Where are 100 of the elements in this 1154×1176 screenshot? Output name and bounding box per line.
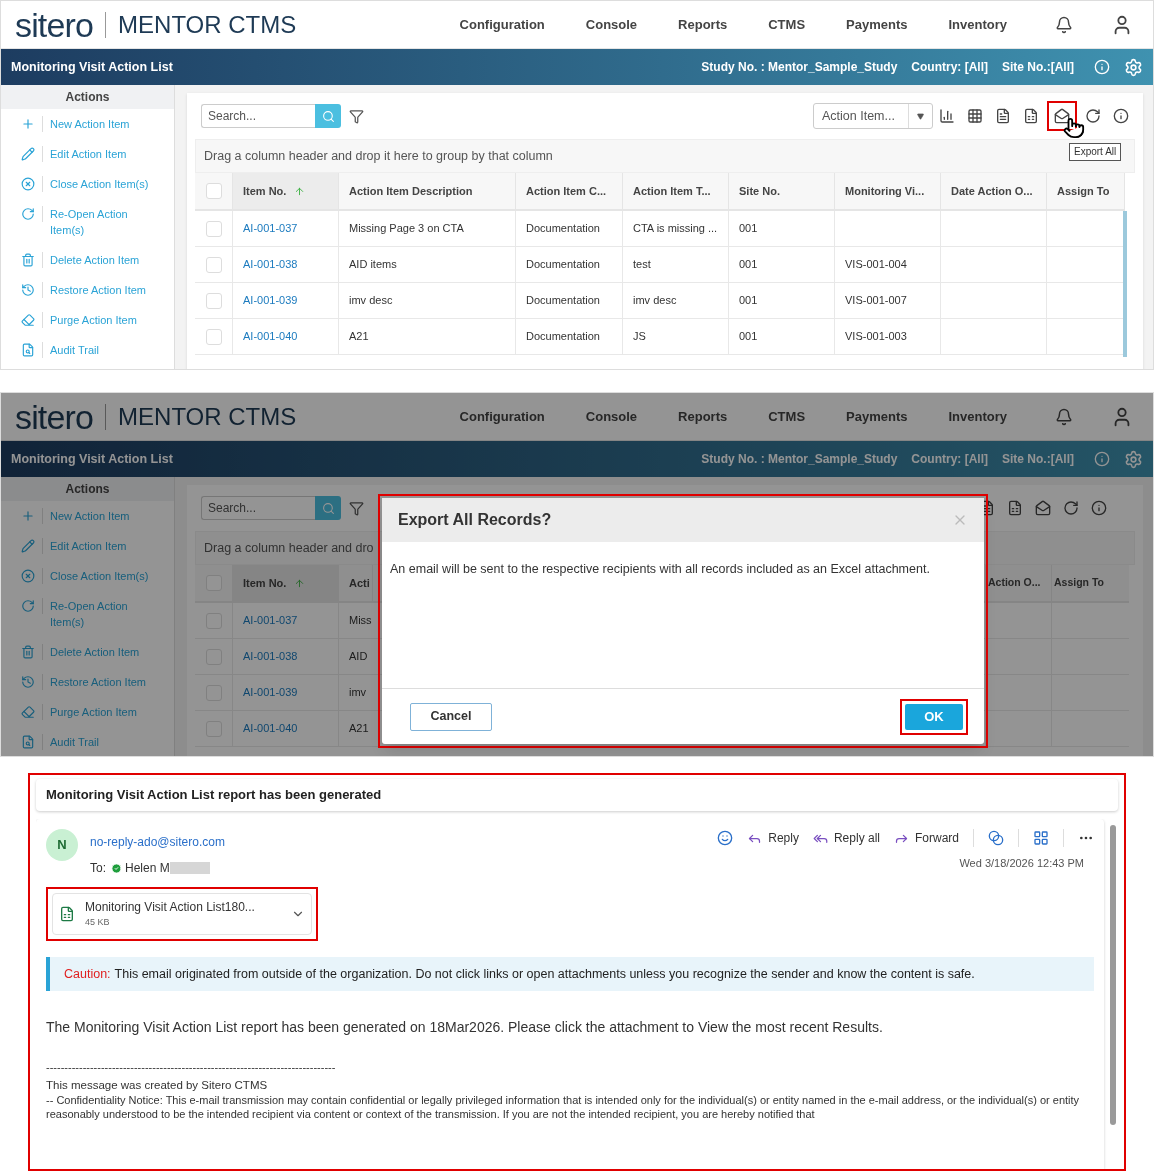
- sidebar-action-link[interactable]: Edit Action Item: [50, 538, 127, 554]
- mail-action-button[interactable]: Reply all: [812, 829, 880, 847]
- nav-link[interactable]: Console: [585, 406, 638, 427]
- sidebar-action-link[interactable]: Purge Action Item: [50, 704, 137, 720]
- spreadsheet-icon[interactable]: [1023, 108, 1039, 124]
- item-link[interactable]: AI-001-039: [243, 684, 298, 701]
- table-cell-text: AID items: [349, 257, 397, 273]
- search-field[interactable]: Search...: [201, 496, 315, 520]
- column-header[interactable]: Assign To: [1054, 575, 1104, 591]
- file-search-icon: [21, 343, 35, 357]
- sender-address[interactable]: no-reply-ado@sitero.com: [90, 835, 225, 849]
- chart-settings-icon[interactable]: [939, 108, 955, 124]
- nav-link[interactable]: Inventory: [948, 406, 1007, 427]
- table-cell-text: CTA is missing ...: [633, 221, 718, 237]
- grid-icon[interactable]: [967, 108, 983, 124]
- table-cell-text: imv: [349, 685, 367, 701]
- info-icon[interactable]: [1091, 500, 1107, 516]
- sidebar-action-link[interactable]: Delete Action Item: [50, 252, 140, 268]
- search-field[interactable]: Search...: [201, 104, 315, 128]
- table-cell-text: 001: [739, 293, 758, 309]
- info-icon[interactable]: [1113, 108, 1129, 124]
- nav-link[interactable]: Inventory: [948, 14, 1007, 35]
- country-label: Country: [All]: [911, 59, 988, 76]
- nav-link[interactable]: Reports: [678, 406, 728, 427]
- sidebar-action-link[interactable]: Close Action Item(s): [50, 568, 149, 584]
- scrollbar[interactable]: [1123, 211, 1127, 357]
- group-hint: Drag a column header and dro: [204, 539, 374, 557]
- nav-link[interactable]: Reports: [678, 14, 728, 35]
- sidebar-action-link[interactable]: Audit Trail: [50, 734, 99, 750]
- item-link[interactable]: AI-001-037: [243, 612, 298, 629]
- sidebar-action-link[interactable]: Re-Open Action Item(s): [50, 206, 154, 238]
- sidebar-action-link[interactable]: Re-Open Action Item(s): [50, 598, 154, 630]
- nav-link[interactable]: Payments: [846, 406, 908, 427]
- nav-link[interactable]: CTMS: [768, 406, 806, 427]
- mail-action-button[interactable]: Forward: [894, 829, 959, 847]
- item-link[interactable]: AI-001-038: [243, 256, 298, 273]
- email-subject: Monitoring Visit Action List report has been generated: [46, 786, 382, 805]
- sidebar-action-link[interactable]: Edit Action Item: [50, 146, 127, 162]
- trash-icon: [21, 253, 35, 267]
- mail-action-button[interactable]: Reply: [747, 829, 799, 847]
- eraser-icon: [21, 313, 35, 327]
- table-cell-text: Documentation: [526, 257, 600, 273]
- emoji-icon[interactable]: [717, 830, 734, 846]
- item-link[interactable]: AI-001-037: [243, 220, 298, 237]
- sidebar-action-link[interactable]: Delete Action Item: [50, 644, 140, 660]
- item-link[interactable]: AI-001-040: [243, 328, 298, 345]
- sidebar-action-link[interactable]: New Action Item: [50, 116, 130, 132]
- cancel-button[interactable]: Cancel: [410, 702, 492, 731]
- confidentiality-notice: -- Confidentiality Notice: This e-mail transmission may contain confidential or legally privileged information that is intended only for the individual(s) or entity named in the e-mail address, or the individual(s) or entity reasonably understood to be the intended recipient via content or context of the transmission. If you are not the intended recipient, you are hereby notified that: [46, 1093, 1081, 1122]
- sidebar-action-link[interactable]: Purge Action Item: [50, 312, 137, 328]
- row-checkbox[interactable]: [205, 183, 222, 199]
- sidebar-action-link[interactable]: Restore Action Item: [50, 674, 146, 690]
- column-header[interactable]: Action O...: [988, 575, 1041, 591]
- notification-icon[interactable]: [1055, 407, 1073, 426]
- column-header[interactable]: Item No.: [233, 565, 339, 601]
- nav-link[interactable]: Configuration: [459, 14, 545, 35]
- table-cell-text: 001: [739, 257, 758, 273]
- nav-link[interactable]: Console: [585, 14, 638, 35]
- table-cell-text: VIS-001-004: [845, 257, 907, 273]
- item-link[interactable]: AI-001-039: [243, 292, 298, 309]
- item-link[interactable]: AI-001-038: [243, 648, 298, 665]
- nav-link[interactable]: Configuration: [459, 406, 545, 427]
- view-select[interactable]: Action Item...: [813, 103, 933, 129]
- table-cell-text: imv desc: [349, 293, 393, 309]
- spreadsheet-icon[interactable]: [1007, 500, 1023, 516]
- settings-icon[interactable]: [1124, 57, 1143, 77]
- filter-icon[interactable]: [349, 500, 364, 516]
- settings-icon[interactable]: [1124, 449, 1143, 469]
- mail-icon[interactable]: [1054, 108, 1070, 124]
- overlapping-circles-icon[interactable]: [988, 830, 1004, 846]
- nav-link[interactable]: Payments: [846, 14, 908, 35]
- row-checkbox[interactable]: [205, 292, 222, 309]
- sidebar-action-link[interactable]: Close Action Item(s): [50, 176, 149, 192]
- ok-button[interactable]: OK: [905, 703, 963, 730]
- dialog-message: An email will be sent to the respective recipients with all records included as an Excel attachment.: [390, 561, 931, 578]
- pdf-icon[interactable]: [995, 108, 1011, 124]
- filter-icon[interactable]: [349, 108, 364, 124]
- caution-label: Caution:: [64, 965, 111, 983]
- notification-icon[interactable]: [1055, 15, 1073, 34]
- sidebar-action-link[interactable]: New Action Item: [50, 508, 130, 524]
- signature-text: This message was created by Sitero CTMS: [46, 1078, 269, 1094]
- apps-icon[interactable]: [1033, 830, 1049, 846]
- table-cell-text: A21: [349, 721, 369, 737]
- attachment-card[interactable]: Monitoring Visit Action List180... 45 KB: [52, 893, 312, 935]
- table-cell-text: VIS-001-007: [845, 293, 907, 309]
- row-checkbox[interactable]: [205, 256, 222, 273]
- sidebar-action-link[interactable]: Audit Trail: [50, 342, 99, 358]
- plus-icon: [21, 117, 35, 131]
- column-header[interactable]: Item No.: [233, 173, 339, 209]
- row-checkbox[interactable]: [205, 328, 222, 345]
- pencil-icon: [21, 147, 35, 161]
- refresh-icon[interactable]: [1063, 500, 1079, 516]
- row-checkbox[interactable]: [205, 220, 222, 237]
- search-icon: [321, 501, 335, 515]
- table-cell-text: Documentation: [526, 329, 600, 345]
- pencil-icon: [21, 539, 35, 553]
- nav-link[interactable]: CTMS: [768, 14, 806, 35]
- item-link[interactable]: AI-001-040: [243, 720, 298, 737]
- sidebar-action-link[interactable]: Restore Action Item: [50, 282, 146, 298]
- refresh-icon[interactable]: [1085, 108, 1101, 124]
